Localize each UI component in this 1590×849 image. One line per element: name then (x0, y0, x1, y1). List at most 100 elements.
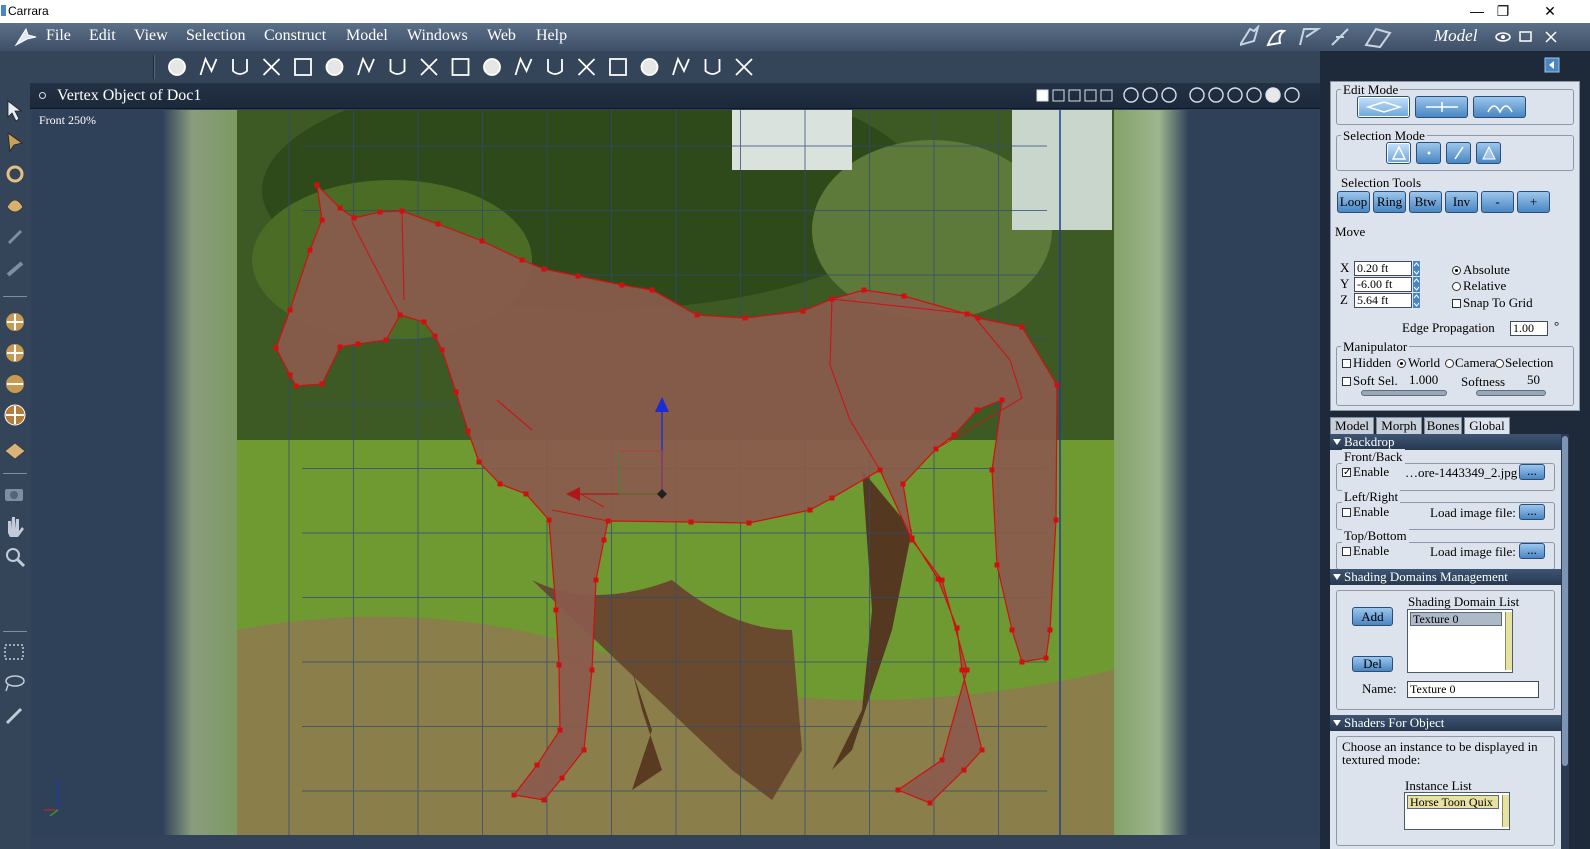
mesh-vertex[interactable] (453, 389, 459, 395)
mesh-vertex[interactable] (541, 797, 547, 803)
render-mode-hidden-icon[interactable] (1161, 87, 1177, 103)
backdrop-section-header[interactable]: Backdrop (1330, 434, 1561, 450)
mesh-vertex[interactable] (619, 282, 625, 288)
bevel-icon[interactable] (325, 58, 344, 76)
tab-model[interactable]: Model (1330, 417, 1374, 435)
mesh-vertex[interactable] (479, 238, 485, 244)
arrow-up-icon[interactable] (1189, 87, 1205, 103)
y-position-field[interactable]: -6.00 ft (1354, 277, 1412, 292)
room-switcher[interactable] (1240, 25, 1410, 49)
mesh-vertex[interactable] (559, 775, 565, 781)
paint-select-icon[interactable] (5, 707, 23, 725)
mesh-vertex[interactable] (954, 625, 960, 631)
x-stepper-icon[interactable] (1413, 261, 1420, 276)
mesh-vertex[interactable] (999, 397, 1005, 403)
softness-slider[interactable] (1476, 390, 1546, 396)
panel-collapse-icon[interactable] (1544, 57, 1560, 73)
mesh-vertex[interactable] (1047, 627, 1053, 633)
shading-section-header[interactable]: Shading Domains Management (1330, 569, 1561, 585)
invert-button[interactable]: Inv (1445, 191, 1478, 213)
shading-domain-list[interactable]: Texture 0 (1407, 609, 1513, 673)
mesh-vertex[interactable] (307, 247, 313, 253)
mesh-vertex[interactable] (556, 662, 562, 668)
marquee-select-icon[interactable] (4, 644, 24, 660)
magnet-icon[interactable] (232, 59, 248, 75)
top-bottom-enable-checkbox[interactable] (1342, 547, 1351, 556)
absolute-radio[interactable] (1452, 266, 1461, 275)
face-select-mode-button[interactable] (1476, 142, 1501, 164)
scrollbar-thumb[interactable] (1562, 436, 1568, 766)
eye-icon[interactable] (1494, 28, 1512, 46)
render-mode-flat-icon[interactable] (1142, 87, 1158, 103)
front-back-browse-button[interactable]: ... (1519, 464, 1545, 480)
mesh-vertex[interactable] (337, 205, 343, 211)
close-panel-icon[interactable] (1542, 28, 1560, 46)
mesh-vertex[interactable] (287, 372, 293, 378)
y-stepper-icon[interactable] (1413, 277, 1420, 292)
mesh-vertex[interactable] (1009, 627, 1015, 633)
world-radio[interactable] (1397, 359, 1406, 368)
mesh-vertex[interactable] (581, 747, 587, 753)
chain-icon[interactable] (6, 261, 24, 277)
domain-name-field[interactable]: Texture 0 (1407, 681, 1539, 698)
mesh-vertex[interactable] (593, 577, 599, 583)
sphere-primitive-icon[interactable] (168, 58, 186, 76)
mesh-vertex[interactable] (553, 607, 559, 613)
shaded-sphere-icon[interactable] (1265, 87, 1281, 103)
mesh-vertex[interactable] (432, 333, 438, 339)
mesh-vertex[interactable] (439, 347, 445, 353)
soft-selection-slider[interactable] (1361, 390, 1447, 396)
mesh-vertex[interactable] (829, 495, 835, 501)
arrow-select-icon[interactable] (7, 100, 23, 122)
add-domain-button[interactable]: Add (1352, 607, 1393, 626)
properties-scrollbar[interactable] (1561, 434, 1569, 849)
restore-panel-icon[interactable] (1517, 28, 1535, 46)
scissors-icon[interactable] (262, 58, 281, 76)
mesh-vertex[interactable] (1019, 324, 1025, 330)
menu-web[interactable]: Web (487, 27, 516, 45)
carrara-logo-icon[interactable] (14, 27, 38, 47)
universal-manipulator-icon[interactable] (4, 404, 26, 426)
mesh-vertex[interactable] (519, 257, 525, 263)
view-layout-split-icon[interactable] (1100, 89, 1113, 102)
menu-windows[interactable]: Windows (407, 27, 468, 45)
direct-select-icon[interactable] (7, 132, 23, 153)
list-scrollbar[interactable] (1505, 612, 1512, 670)
mesh-vertex[interactable] (994, 562, 1000, 568)
mesh-vertex[interactable] (287, 307, 293, 313)
extrude-icon[interactable] (420, 58, 438, 76)
mesh-vertex[interactable] (989, 467, 995, 473)
instance-list[interactable]: Horse Toon Quix (1404, 792, 1510, 830)
edge-select-mode-button[interactable] (1446, 142, 1471, 164)
mesh-vertex[interactable] (575, 273, 581, 279)
mesh-vertex[interactable] (546, 517, 552, 523)
top-bottom-browse-button[interactable]: ... (1519, 543, 1545, 559)
soft-selection-checkbox[interactable] (1342, 377, 1351, 386)
dome-icon[interactable] (357, 56, 375, 76)
view-layout-grid-icon[interactable] (1084, 89, 1097, 102)
lasso-icon[interactable] (5, 675, 25, 692)
document-close-dot[interactable] (39, 92, 46, 99)
rotate-icon[interactable] (6, 165, 24, 183)
mesh-vertex[interactable] (557, 727, 563, 733)
mesh-vertex[interactable] (435, 221, 441, 227)
tab-global[interactable]: Global (1464, 417, 1510, 435)
hand-icon[interactable] (8, 517, 24, 537)
mesh-vertex[interactable] (964, 311, 970, 317)
mesh-vertex[interactable] (927, 800, 933, 806)
mesh-vertex[interactable] (964, 667, 970, 673)
move-plane-icon[interactable] (6, 344, 24, 362)
mesh-vertex[interactable] (1019, 659, 1025, 665)
camera-icon[interactable] (672, 56, 690, 76)
close-button[interactable]: ✕ (1527, 0, 1573, 23)
mesh-vertex[interactable] (688, 519, 694, 525)
pen-icon[interactable] (7, 229, 23, 245)
mesh-vertex[interactable] (397, 312, 403, 318)
menu-construct[interactable]: Construct (264, 27, 326, 45)
mesh-vertex[interactable] (939, 577, 945, 583)
goblet-icon[interactable] (451, 58, 470, 76)
instance-item[interactable]: Horse Toon Quix (1407, 795, 1499, 809)
mesh-vertex[interactable] (895, 787, 901, 793)
scene-canvas[interactable]: Z (32, 110, 1319, 835)
box-tool-icon[interactable] (4, 442, 26, 460)
